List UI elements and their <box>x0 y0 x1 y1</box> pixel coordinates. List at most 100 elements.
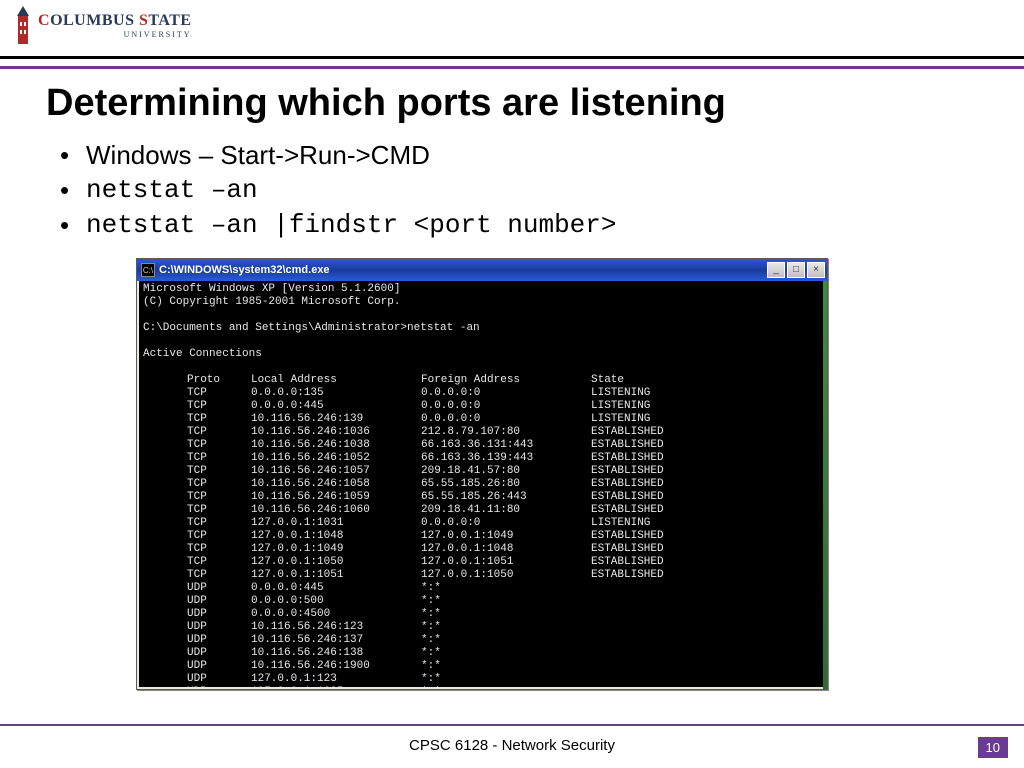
divider-purple <box>0 66 1024 69</box>
header: COLUMBUS STATE UNIVERSITY <box>0 0 1024 64</box>
cmd-row: TCP10.116.56.246:103866.163.36.131:443ES… <box>187 439 821 452</box>
cmd-cell: *:* <box>421 595 591 608</box>
cmd-banner2: (C) Copyright 1985-2001 Microsoft Corp. <box>143 296 400 308</box>
cmd-row: TCP10.116.56.246:1060209.18.41.11:80ESTA… <box>187 504 821 517</box>
cmd-row: UDP0.0.0.0:4500*:* <box>187 608 821 621</box>
bullet-dot-icon: • <box>60 210 86 241</box>
cmd-cell: 10.116.56.246:1038 <box>251 439 421 452</box>
footer-divider <box>0 724 1024 726</box>
cmd-cell: 127.0.0.1:1031 <box>251 517 421 530</box>
cmd-cell: 0.0.0.0:4500 <box>251 608 421 621</box>
cmd-cell: 0.0.0.0:500 <box>251 595 421 608</box>
logo-line1: COLUMBUS STATE <box>38 13 192 29</box>
cmd-cell: 127.0.0.1:1025 <box>251 686 421 687</box>
cmd-row: UDP127.0.0.1:123*:* <box>187 673 821 686</box>
cmd-cell: *:* <box>421 660 591 673</box>
cmd-cell: ESTABLISHED <box>591 504 821 517</box>
cmd-cell: UDP <box>187 608 251 621</box>
university-logo: COLUMBUS STATE UNIVERSITY <box>14 6 192 46</box>
cmd-cell: *:* <box>421 634 591 647</box>
cmd-cell <box>591 647 821 660</box>
cmd-cell: 209.18.41.57:80 <box>421 465 591 478</box>
cmd-cell: 127.0.0.1:1051 <box>251 569 421 582</box>
cmd-cell: 10.116.56.246:137 <box>251 634 421 647</box>
cmd-row: TCP10.116.56.246:1036212.8.79.107:80ESTA… <box>187 426 821 439</box>
logo-c2: S <box>139 12 148 29</box>
cmd-cell: 66.163.36.131:443 <box>421 439 591 452</box>
cmd-cell: TCP <box>187 491 251 504</box>
minimize-button[interactable]: _ <box>767 262 785 278</box>
cmd-cell <box>591 634 821 647</box>
cmd-row: TCP10.116.56.246:1057209.18.41.57:80ESTA… <box>187 465 821 478</box>
cmd-cell: TCP <box>187 387 251 400</box>
cmd-cell: TCP <box>187 530 251 543</box>
cmd-cell: TCP <box>187 569 251 582</box>
logo-rest1: OLUMBUS <box>50 12 139 29</box>
cmd-cell: TCP <box>187 504 251 517</box>
cmd-cell: 127.0.0.1:1049 <box>251 543 421 556</box>
cmd-row: TCP10.116.56.246:105865.55.185.26:80ESTA… <box>187 478 821 491</box>
cmd-cell: 0.0.0.0:445 <box>251 582 421 595</box>
cmd-cell: TCP <box>187 517 251 530</box>
cmd-cell: 65.55.185.26:80 <box>421 478 591 491</box>
cmd-cell: 10.116.56.246:138 <box>251 647 421 660</box>
cmd-cell: UDP <box>187 660 251 673</box>
cmd-cell: TCP <box>187 478 251 491</box>
cmd-cell: 0.0.0.0:445 <box>251 400 421 413</box>
cmd-banner1: Microsoft Windows XP [Version 5.1.2600] <box>143 283 400 295</box>
cmd-app-icon: C:\ <box>141 263 155 277</box>
cmd-cell: ESTABLISHED <box>591 491 821 504</box>
cmd-cell: UDP <box>187 673 251 686</box>
cmd-cell <box>591 582 821 595</box>
cmd-cell: 209.18.41.11:80 <box>421 504 591 517</box>
cmd-cell: *:* <box>421 621 591 634</box>
cmd-cell: 10.116.56.246:1052 <box>251 452 421 465</box>
cmd-cell: 0.0.0.0:135 <box>251 387 421 400</box>
cmd-output: Microsoft Windows XP [Version 5.1.2600] … <box>139 281 825 687</box>
cmd-cell: TCP <box>187 413 251 426</box>
cmd-row: TCP10.116.56.246:1390.0.0.0:0LISTENING <box>187 413 821 426</box>
cmd-row: TCP127.0.0.1:1050127.0.0.1:1051ESTABLISH… <box>187 556 821 569</box>
logo-c1: C <box>38 12 50 29</box>
bullet-text: netstat –an |findstr <port number> <box>86 210 984 240</box>
cmd-cell <box>591 686 821 687</box>
cmd-cell <box>591 660 821 673</box>
cmd-cell: UDP <box>187 582 251 595</box>
cmd-cell: TCP <box>187 439 251 452</box>
cmd-cell: 66.163.36.139:443 <box>421 452 591 465</box>
bullet-dot-icon: • <box>60 140 86 171</box>
cmd-cell: LISTENING <box>591 387 821 400</box>
cmd-window: C:\ C:\WINDOWS\system32\cmd.exe _ □ × Mi… <box>136 258 828 690</box>
cmd-cell: 127.0.0.1:1048 <box>251 530 421 543</box>
maximize-button[interactable]: □ <box>787 262 805 278</box>
cmd-cell: *:* <box>421 686 591 687</box>
cmd-cell: 127.0.0.1:1049 <box>421 530 591 543</box>
cmd-row: UDP0.0.0.0:445*:* <box>187 582 821 595</box>
cmd-cell: ESTABLISHED <box>591 452 821 465</box>
cmd-row: UDP127.0.0.1:1025*:* <box>187 686 821 687</box>
cmd-cell: 10.116.56.246:123 <box>251 621 421 634</box>
col-state: State <box>591 374 821 387</box>
close-button[interactable]: × <box>807 262 825 278</box>
col-foreign: Foreign Address <box>421 374 591 387</box>
col-proto: Proto <box>187 374 251 387</box>
cmd-cell: TCP <box>187 465 251 478</box>
cmd-cell <box>591 595 821 608</box>
cmd-cell: TCP <box>187 556 251 569</box>
cmd-rows: TCP0.0.0.0:1350.0.0.0:0LISTENINGTCP0.0.0… <box>187 387 821 687</box>
cmd-cell: 0.0.0.0:0 <box>421 517 591 530</box>
cmd-cell: 0.0.0.0:0 <box>421 413 591 426</box>
cmd-cell: ESTABLISHED <box>591 556 821 569</box>
cmd-row: UDP10.116.56.246:138*:* <box>187 647 821 660</box>
cmd-row: TCP0.0.0.0:4450.0.0.0:0LISTENING <box>187 400 821 413</box>
cmd-cell: TCP <box>187 426 251 439</box>
cmd-cell <box>591 621 821 634</box>
cmd-cell: ESTABLISHED <box>591 543 821 556</box>
cmd-cell: 127.0.0.1:1048 <box>421 543 591 556</box>
cmd-row: UDP0.0.0.0:500*:* <box>187 595 821 608</box>
cmd-cell: LISTENING <box>591 400 821 413</box>
bullet-dot-icon: • <box>60 175 86 206</box>
cmd-prompt1: C:\Documents and Settings\Administrator>… <box>143 322 480 334</box>
cmd-cell: *:* <box>421 673 591 686</box>
cmd-cell: 10.116.56.246:1059 <box>251 491 421 504</box>
